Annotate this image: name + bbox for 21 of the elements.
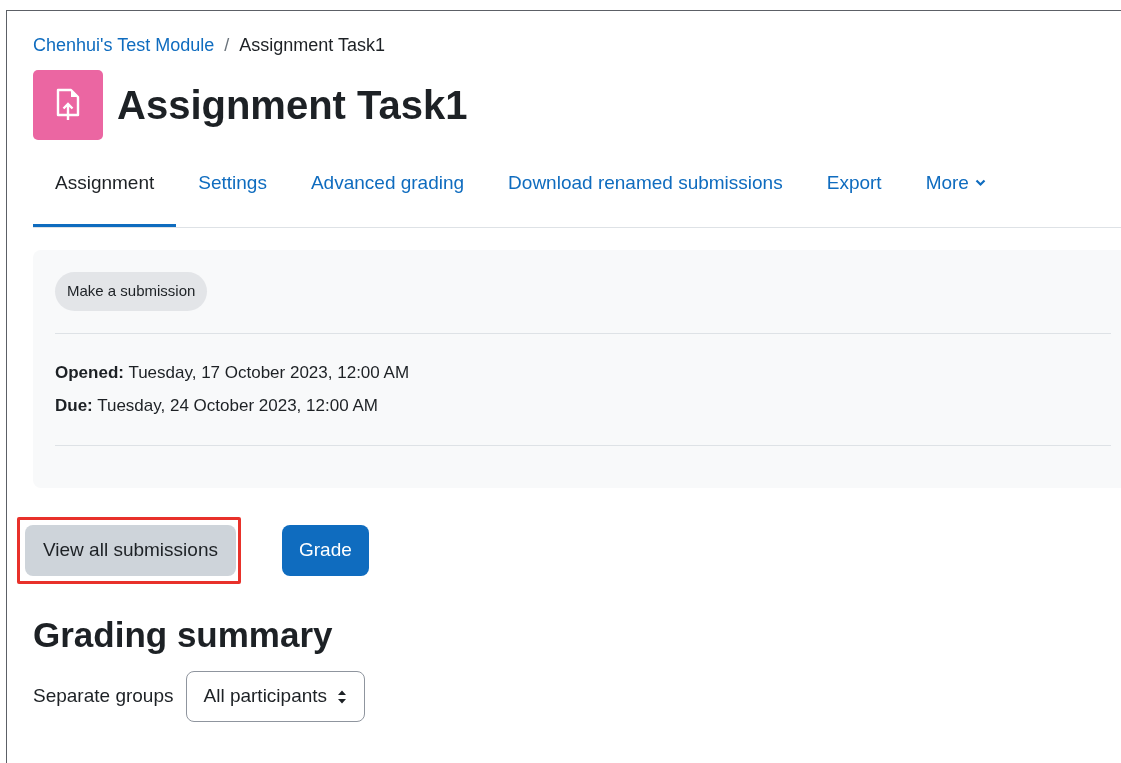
group-select[interactable]: All participants: [185, 671, 366, 722]
nav-tab[interactable]: Download renamed submissions: [486, 149, 805, 227]
nav-tab[interactable]: Export: [804, 149, 904, 227]
breadcrumb-current: Assignment Task1: [239, 34, 385, 57]
grade-button[interactable]: Grade: [281, 524, 369, 576]
section-heading: Grading summary: [33, 613, 334, 656]
nav-tab[interactable]: Assignment: [33, 149, 177, 227]
date-line: Opened: Tuesday, 17 October 2023, 12:00 AM: [55, 361, 411, 384]
breadcrumb-link[interactable]: Chenhui's Test Module: [33, 32, 215, 59]
sort-arrows-icon: [337, 688, 348, 705]
nav-tab[interactable]: More: [903, 149, 1008, 227]
chevron-down-icon: [974, 179, 986, 188]
assignment-icon: [33, 70, 103, 140]
group-label: Separate groups: [33, 684, 174, 709]
nav-tab[interactable]: Advanced grading: [288, 149, 487, 227]
page-title: Assignment Task1: [117, 82, 468, 129]
nav-tab[interactable]: Settings: [176, 149, 289, 227]
date-line: Due: Tuesday, 24 October 2023, 12:00 AM: [55, 395, 379, 417]
view-submissions-button[interactable]: View all submissions: [25, 524, 236, 576]
breadcrumb-separator: /: [223, 34, 231, 57]
submission-button[interactable]: Make a submission: [55, 271, 208, 311]
